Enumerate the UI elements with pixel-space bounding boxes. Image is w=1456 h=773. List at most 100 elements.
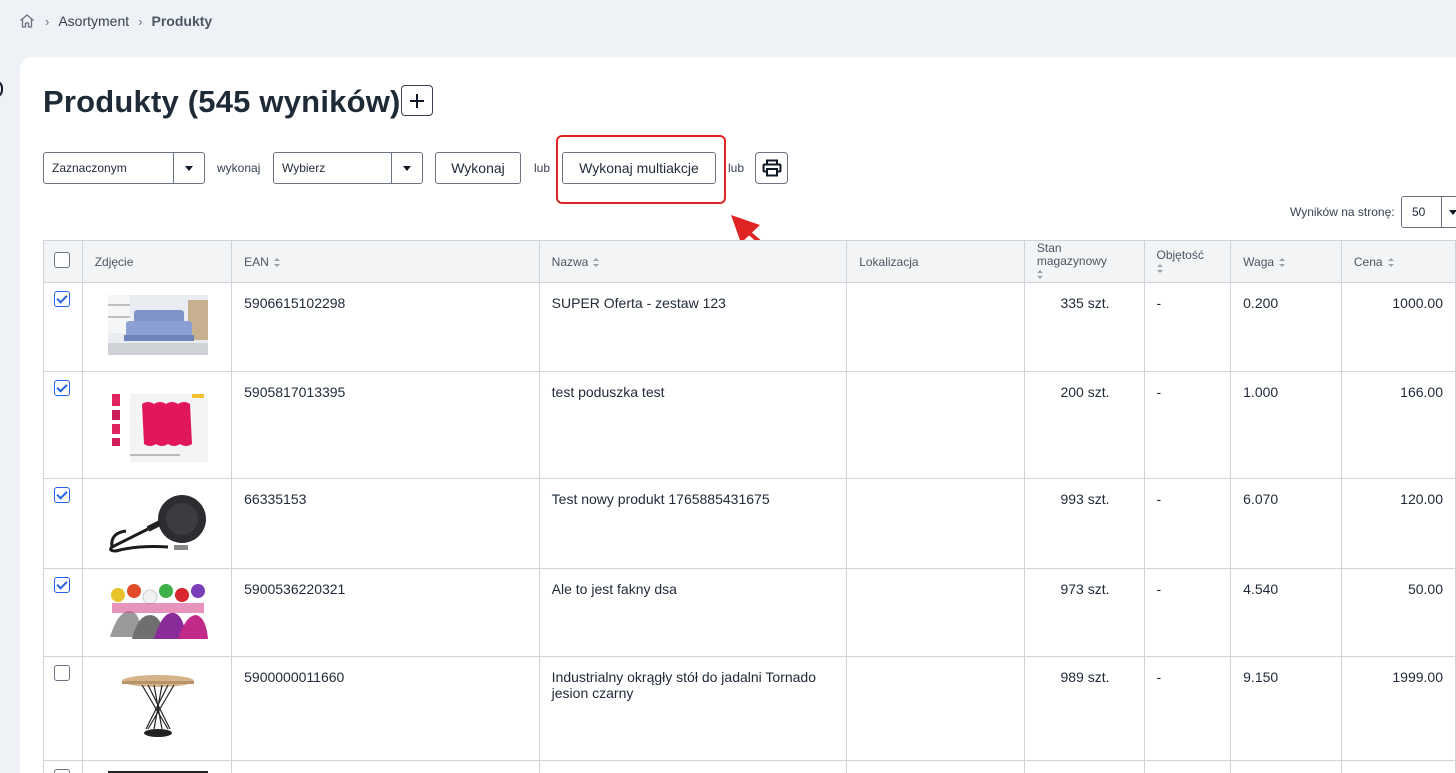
column-header-stock[interactable]: Stan magazynowy — [1023, 240, 1145, 283]
leash-image[interactable] — [107, 489, 208, 555]
per-page-value: 50 — [1412, 205, 1426, 219]
row-select-cell — [43, 760, 83, 773]
table-row[interactable]: 5900536220321 Ale to jest fakny dsa 973 … — [43, 568, 1456, 657]
name-cell[interactable]: Industrialny okrągły stół do jadalni Tor… — [538, 656, 848, 761]
weight-cell: 0.200 — [1230, 282, 1342, 372]
weight-cell: 6.070 — [1230, 478, 1342, 569]
photo-cell — [81, 282, 233, 372]
name-cell[interactable] — [538, 760, 848, 773]
volume-cell: - — [1143, 656, 1232, 761]
chevron-down-icon — [391, 153, 422, 183]
name-cell[interactable]: SUPER Oferta - zestaw 123 — [538, 282, 848, 372]
stock-cell: 335 szt. — [1023, 282, 1145, 372]
per-page-label: Wyników na stronę: — [1290, 205, 1395, 219]
plus-icon — [410, 93, 424, 108]
chevron-down-icon — [1441, 197, 1456, 227]
round-table-image[interactable] — [107, 671, 208, 743]
home-icon[interactable] — [18, 12, 36, 30]
breadcrumb: › Asortyment › Produkty — [18, 12, 212, 30]
photo-cell — [81, 371, 233, 479]
or-label: lub — [534, 161, 551, 175]
name-cell[interactable]: Ale to jest fakny dsa — [538, 568, 848, 657]
action-select-value: Wybierz — [282, 161, 326, 175]
select-all-cell — [43, 240, 83, 283]
row-select-cell — [43, 568, 83, 657]
column-header-label: Zdjęcie — [94, 254, 134, 269]
ean-cell: 5900536220321 — [231, 568, 540, 657]
column-header-label: EAN — [244, 254, 269, 269]
stock-cell: 973 szt. — [1023, 568, 1145, 657]
target-select[interactable]: Zaznaczonym — [43, 152, 205, 184]
row-select-cell — [43, 371, 83, 479]
column-header-label: Objętość — [1156, 247, 1204, 262]
sort-icon[interactable] — [1156, 263, 1163, 273]
volume-cell: - — [1143, 282, 1232, 372]
multi-action-highlight — [556, 135, 726, 204]
sort-icon[interactable] — [1387, 257, 1394, 267]
stock-cell: 200 szt. — [1023, 371, 1145, 479]
products-table: Zdjęcie EAN Nazwa Lokalizacja Stan magaz… — [43, 240, 1456, 773]
table-row[interactable]: 5905817013395 test poduszka test 200 szt… — [43, 371, 1456, 479]
column-header-label: Cena — [1353, 254, 1383, 269]
print-button[interactable] — [755, 152, 788, 184]
table-row[interactable] — [43, 760, 1456, 773]
table-row[interactable]: 66335153 Test nowy produkt 1765885431675… — [43, 478, 1456, 569]
breadcrumb-item-asortyment[interactable]: Asortyment — [58, 13, 129, 29]
weight-cell — [1230, 760, 1342, 773]
execute-button[interactable]: Wykonaj — [435, 152, 521, 184]
row-checkbox[interactable] — [54, 487, 70, 503]
column-header-name[interactable]: Nazwa — [538, 240, 848, 283]
photo-cell — [81, 656, 233, 761]
sofa-image[interactable] — [107, 295, 208, 355]
column-header-photo: Zdjęcie — [81, 240, 233, 283]
photo-cell — [81, 478, 233, 569]
name-cell[interactable]: test poduszka test — [538, 371, 848, 479]
row-select-cell — [43, 478, 83, 569]
column-header-price[interactable]: Cena — [1340, 240, 1456, 283]
price-cell: 1000.00 — [1340, 282, 1456, 372]
column-header-label: Lokalizacja — [859, 254, 919, 269]
action-select[interactable]: Wybierz — [273, 152, 423, 184]
sort-icon[interactable] — [273, 257, 280, 267]
column-header-label: Nazwa — [551, 254, 589, 269]
perform-label: wykonaj — [217, 161, 261, 175]
column-header-ean[interactable]: EAN — [231, 240, 540, 283]
sort-icon[interactable] — [593, 257, 600, 267]
price-cell: 120.00 — [1340, 478, 1456, 569]
row-checkbox[interactable] — [54, 380, 70, 396]
row-checkbox[interactable] — [54, 665, 70, 681]
price-cell: 1999.00 — [1340, 656, 1456, 761]
column-header-weight[interactable]: Waga — [1230, 240, 1342, 283]
per-page-select[interactable]: 50 — [1401, 196, 1456, 228]
name-cell[interactable]: Test nowy produkt 1765885431675 — [538, 478, 848, 569]
add-product-button[interactable] — [401, 85, 433, 116]
page-title: Produkty (545 wyników) — [43, 84, 401, 119]
location-cell — [846, 760, 1025, 773]
sort-icon[interactable] — [1279, 257, 1286, 267]
row-checkbox[interactable] — [54, 291, 70, 307]
location-cell — [846, 282, 1025, 372]
location-cell — [846, 568, 1025, 657]
sort-icon[interactable] — [1036, 270, 1043, 280]
column-header-volume[interactable]: Objętość — [1143, 240, 1232, 283]
location-cell — [846, 656, 1025, 761]
column-header-label: Waga — [1243, 254, 1275, 269]
photo-cell — [81, 760, 233, 773]
chevron-right-icon: › — [45, 13, 50, 29]
ean-cell: 5906615102298 — [231, 282, 540, 372]
weight-cell: 1.000 — [1230, 371, 1342, 479]
column-header-location: Lokalizacja — [846, 240, 1025, 283]
or-label: lub — [728, 161, 745, 175]
table-row[interactable]: 5900000011660 Industrialny okrągły stół … — [43, 656, 1456, 761]
knit-hats-image[interactable] — [107, 581, 208, 641]
target-select-value: Zaznaczonym — [52, 161, 127, 175]
price-cell: 50.00 — [1340, 568, 1456, 657]
price-cell: 166.00 — [1340, 371, 1456, 479]
table-row[interactable]: 5906615102298 SUPER Oferta - zestaw 123 … — [43, 282, 1456, 372]
stock-cell: 993 szt. — [1023, 478, 1145, 569]
select-all-checkbox[interactable] — [54, 252, 70, 268]
pillow-image[interactable] — [107, 392, 208, 462]
row-checkbox[interactable] — [54, 577, 70, 593]
breadcrumb-item-produkty: Produkty — [151, 13, 213, 29]
row-checkbox[interactable] — [54, 769, 70, 773]
